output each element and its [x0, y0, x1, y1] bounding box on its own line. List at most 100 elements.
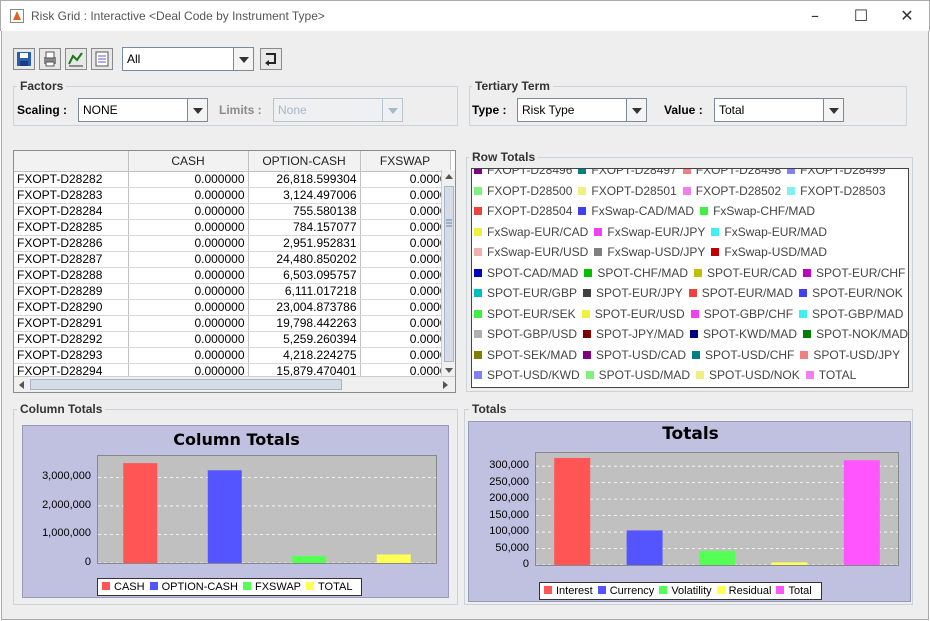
table-row[interactable]: FXOPT-D28287 0.000000 24,480.850202 0.0000 [14, 251, 451, 268]
table-cell[interactable]: 6,111.017218 [248, 283, 361, 300]
row-header-cell[interactable]: FXOPT-D28287 [14, 251, 129, 268]
table-cell[interactable]: 0.000000 [128, 203, 249, 220]
scroll-thumb[interactable] [30, 379, 342, 390]
table-cell[interactable]: 19,798.442263 [248, 315, 361, 332]
minimize-button[interactable]: – [792, 3, 838, 29]
legend-label: SPOT-EUR/MAD [701, 286, 794, 300]
table-cell[interactable]: 23,004.873786 [248, 299, 361, 316]
table-cell[interactable]: 0.000000 [128, 331, 249, 348]
table-cell[interactable]: 6,503.095757 [248, 267, 361, 284]
table-cell[interactable]: 2,951.952831 [248, 235, 361, 252]
table-cell[interactable]: 0.000000 [128, 347, 249, 364]
row-header-cell[interactable]: FXOPT-D28291 [14, 315, 129, 332]
table-cell[interactable]: 24,480.850202 [248, 251, 361, 268]
table-row[interactable]: FXOPT-D28292 0.000000 5,259.260394 0.0000 [14, 331, 451, 348]
table-cell[interactable]: 0.000000 [128, 235, 249, 252]
chart-icon[interactable] [65, 48, 87, 70]
save-icon[interactable] [13, 48, 35, 70]
row-header-cell[interactable]: FXOPT-D28292 [14, 331, 129, 348]
risk-grid-table[interactable]: CASH OPTION-CASH FXSWAP FXOPT-D28282 0.00… [13, 150, 456, 393]
row-header-cell[interactable]: FXOPT-D28290 [14, 299, 129, 316]
table-cell[interactable]: 0.0000 [360, 299, 451, 316]
table-cell[interactable]: 0.0000 [360, 187, 451, 204]
legend-label: FxSwap-USD/MAD [724, 245, 828, 259]
table-cell[interactable]: 0.0000 [360, 251, 451, 268]
table-row[interactable]: FXOPT-D28290 0.000000 23,004.873786 0.0000 [14, 299, 451, 316]
row-header-cell[interactable]: FXOPT-D28289 [14, 283, 129, 300]
row-header-cell[interactable]: FXOPT-D28286 [14, 235, 129, 252]
table-cell[interactable]: 0.0000 [360, 267, 451, 284]
table-cell[interactable]: 0.0000 [360, 219, 451, 236]
table-cell[interactable]: 0.000000 [128, 283, 249, 300]
legend-swatch [242, 582, 251, 590]
table-cell[interactable]: 0.0000 [360, 315, 451, 332]
column-header[interactable]: OPTION-CASH [248, 151, 361, 172]
table-cell[interactable]: 0.0000 [360, 331, 451, 348]
chevron-down-icon[interactable] [823, 99, 843, 121]
legend-item: SPOT-NOK/MAD [803, 327, 908, 341]
scroll-thumb[interactable] [444, 186, 454, 362]
scaling-select[interactable]: NONE [78, 98, 208, 122]
table-cell[interactable]: 5,259.260394 [248, 331, 361, 348]
horizontal-scrollbar[interactable] [14, 376, 455, 392]
column-header[interactable]: CASH [128, 151, 249, 172]
limits-select-value: None [278, 103, 307, 117]
type-select[interactable]: Risk Type [517, 98, 647, 122]
table-row[interactable]: FXOPT-D28288 0.000000 6,503.095757 0.0000 [14, 267, 451, 284]
table-cell[interactable]: 26,818.599304 [248, 171, 361, 188]
y-tick-label: 3,000,000 [42, 470, 91, 483]
refresh-icon[interactable] [260, 48, 282, 70]
chevron-down-icon[interactable] [233, 48, 253, 70]
table-cell[interactable]: 0.0000 [360, 203, 451, 220]
chevron-down-icon[interactable] [187, 99, 207, 121]
table-row[interactable]: FXOPT-D28293 0.000000 4,218.224275 0.0000 [14, 347, 451, 364]
legend-item: SPOT-USD/NOK [696, 368, 800, 382]
column-header[interactable]: FXSWAP [360, 151, 451, 172]
table-cell[interactable]: 4,218.224275 [248, 347, 361, 364]
table-cell[interactable]: 0.0000 [360, 171, 451, 188]
table-cell[interactable]: 0.000000 [128, 171, 249, 188]
maximize-button[interactable]: ☐ [838, 3, 884, 29]
chevron-down-icon[interactable] [626, 99, 646, 121]
table-cell[interactable]: 0.000000 [128, 315, 249, 332]
table-row[interactable]: FXOPT-D28284 0.000000 755.580138 0.0000 [14, 203, 451, 220]
table-row[interactable]: FXOPT-D28286 0.000000 2,951.952831 0.0000 [14, 235, 451, 252]
table-row[interactable]: FXOPT-D28291 0.000000 19,798.442263 0.0000 [14, 315, 451, 332]
table-cell[interactable]: 0.0000 [360, 235, 451, 252]
table-cell[interactable]: 0.000000 [128, 187, 249, 204]
scroll-up-icon[interactable] [443, 170, 455, 184]
table-row[interactable]: FXOPT-D28282 0.000000 26,818.599304 0.0000 [14, 171, 451, 188]
row-header-cell[interactable]: FXOPT-D28284 [14, 203, 129, 220]
table-cell[interactable]: 0.000000 [128, 299, 249, 316]
table-cell[interactable]: 784.157077 [248, 219, 361, 236]
table-cell[interactable]: 0.000000 [128, 219, 249, 236]
scroll-down-icon[interactable] [443, 363, 455, 377]
table-row[interactable]: FXOPT-D28285 0.000000 784.157077 0.0000 [14, 219, 451, 236]
row-header-cell[interactable]: FXOPT-D28288 [14, 267, 129, 284]
row-header-cell[interactable]: FXOPT-D28282 [14, 171, 129, 188]
legend-label: Interest [556, 585, 593, 597]
table-cell[interactable]: 755.580138 [248, 203, 361, 220]
column-header[interactable] [14, 151, 129, 172]
value-select[interactable]: Total [714, 98, 844, 122]
report-icon[interactable] [91, 48, 113, 70]
scroll-left-icon[interactable] [16, 378, 28, 392]
row-header-cell[interactable]: FXOPT-D28293 [14, 347, 129, 364]
row-header-cell[interactable]: FXOPT-D28285 [14, 219, 129, 236]
row-header-cell[interactable]: FXOPT-D28283 [14, 187, 129, 204]
table-cell[interactable]: 0.000000 [128, 267, 249, 284]
view-select[interactable]: All [122, 47, 254, 71]
table-cell[interactable]: 0.0000 [360, 347, 451, 364]
scroll-right-icon[interactable] [439, 378, 451, 392]
table-cell[interactable]: 0.0000 [360, 283, 451, 300]
legend-swatch [578, 186, 587, 195]
vertical-scrollbar[interactable] [441, 170, 455, 378]
table-cell[interactable]: 3,124.497006 [248, 187, 361, 204]
table-row[interactable]: FXOPT-D28283 0.000000 3,124.497006 0.0000 [14, 187, 451, 204]
close-button[interactable]: ✕ [884, 3, 930, 29]
table-row[interactable]: FXOPT-D28289 0.000000 6,111.017218 0.0000 [14, 283, 451, 300]
print-icon[interactable] [39, 48, 61, 70]
y-tick-label: 0 [84, 556, 91, 568]
legend-swatch [711, 248, 720, 256]
table-cell[interactable]: 0.000000 [128, 251, 249, 268]
